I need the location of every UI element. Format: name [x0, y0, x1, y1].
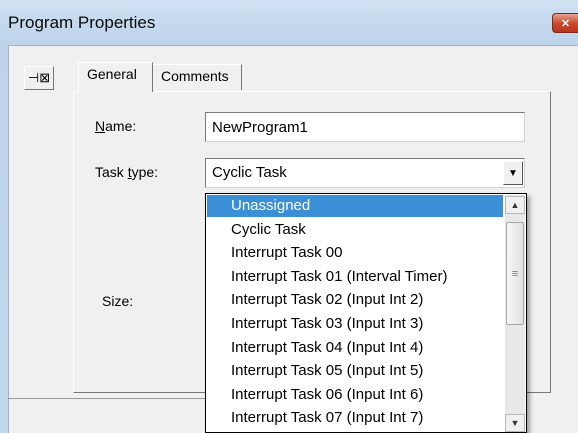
task-type-select[interactable]: Cyclic Task ▼ [205, 158, 525, 188]
window-title: Program Properties [8, 13, 156, 32]
pin-button[interactable]: ⊣⊠ [24, 66, 54, 90]
dropdown-option[interactable]: Unassigned [207, 195, 503, 217]
dropdown-option[interactable]: Interrupt Task 02 (Input Int 2) [207, 289, 503, 311]
dialog-bottom-edge [8, 398, 205, 399]
scroll-up-button[interactable]: ▲ [505, 196, 525, 214]
task-type-dropdown-list: Unassigned Cyclic Task Interrupt Task 00 In… [205, 193, 527, 433]
dropdown-option[interactable]: Interrupt Task 06 (Input Int 6) [207, 384, 503, 406]
vertical-scrollbar[interactable]: ▲ ≡ ▼ [505, 195, 525, 432]
scroll-thumb[interactable]: ≡ [506, 222, 524, 325]
name-input[interactable] [205, 112, 525, 142]
pin-icon: ⊣⊠ [27, 70, 51, 85]
scroll-down-button[interactable]: ▼ [505, 414, 525, 432]
grip-icon: ≡ [511, 267, 519, 280]
close-button[interactable]: ✕ [552, 13, 578, 33]
tab-general[interactable]: General [78, 62, 153, 92]
task-type-label: Task type: [95, 164, 159, 180]
size-label: Size: [102, 293, 134, 309]
dropdown-option[interactable]: Interrupt Task 03 (Input Int 3) [207, 313, 503, 335]
dropdown-option[interactable]: Interrupt Task 00 [207, 242, 503, 264]
chevron-up-icon: ▲ [510, 200, 520, 210]
close-icon: ✕ [560, 17, 571, 30]
chevron-down-icon: ▼ [510, 418, 520, 428]
dialog-window: Program Properties ✕ ⊣⊠ General Comments… [0, 0, 578, 433]
dropdown-option[interactable]: Interrupt Task 05 (Input Int 5) [207, 360, 503, 382]
dropdown-option[interactable]: Interrupt Task 04 (Input Int 4) [207, 337, 503, 359]
task-type-value: Cyclic Task [212, 164, 287, 181]
name-label: Name: [95, 118, 137, 134]
dropdown-button[interactable]: ▼ [503, 161, 523, 185]
dropdown-option[interactable]: Interrupt Task 01 (Interval Timer) [207, 266, 503, 288]
tab-comments[interactable]: Comments [152, 64, 242, 90]
chevron-down-icon: ▼ [508, 167, 518, 179]
dropdown-option[interactable]: Interrupt Task 07 (Input Int 7) [207, 407, 503, 429]
dropdown-option[interactable]: Cyclic Task [207, 219, 503, 241]
